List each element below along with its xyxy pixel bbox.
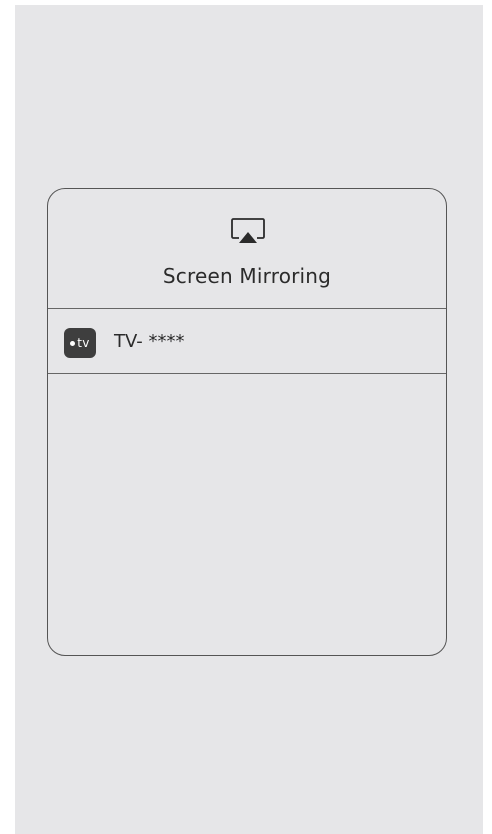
- apple-tv-icon: tv: [64, 328, 96, 358]
- dialog-header: Screen Mirroring: [48, 189, 446, 309]
- device-list-empty-area: [48, 374, 446, 655]
- device-name: TV- ****: [114, 331, 185, 352]
- phone-screen: Screen Mirroring tv TV- ****: [15, 5, 483, 834]
- device-badge-label: tv: [77, 336, 90, 350]
- device-list-item[interactable]: tv TV- ****: [48, 309, 446, 374]
- dialog-title: Screen Mirroring: [162, 264, 332, 288]
- airplay-icon: [231, 218, 265, 243]
- screen-mirroring-dialog: Screen Mirroring tv TV- ****: [47, 188, 447, 656]
- apple-logo-dot: [70, 340, 76, 346]
